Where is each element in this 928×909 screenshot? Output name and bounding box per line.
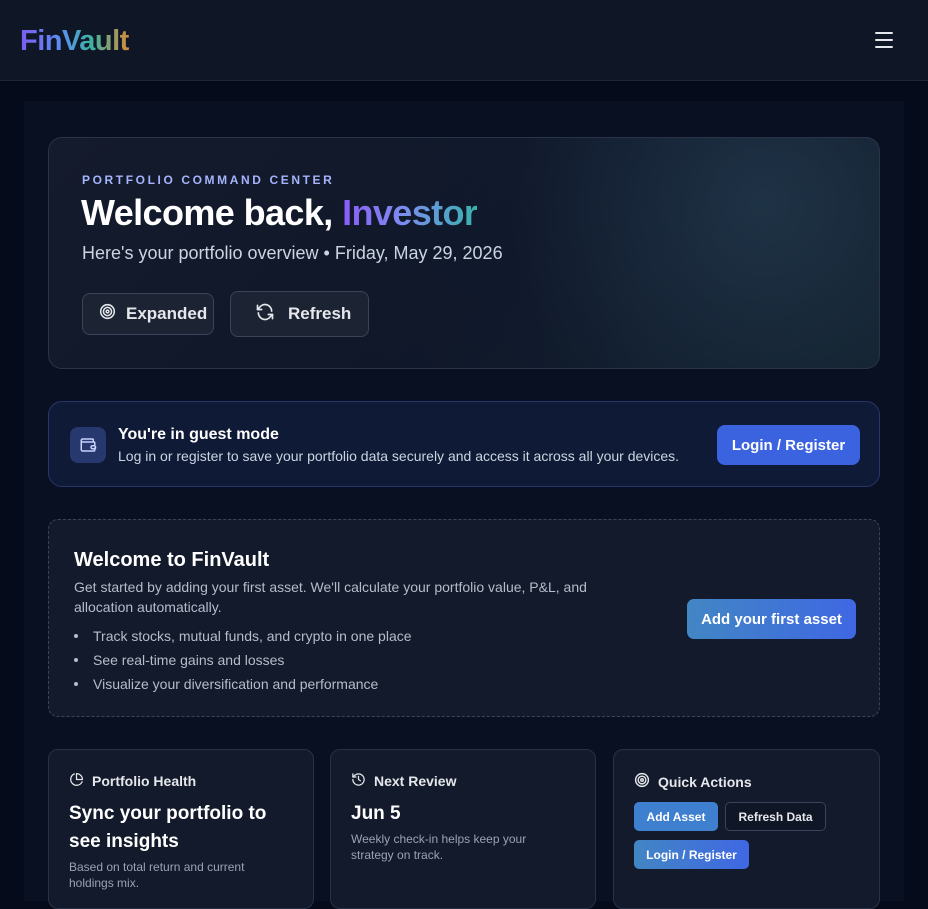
title-username: Investor (342, 192, 478, 233)
refresh-icon (255, 302, 275, 327)
portfolio-health-card: Portfolio Health Sync your portfolio to … (48, 749, 314, 909)
refresh-data-button[interactable]: Refresh Data (725, 802, 826, 831)
guest-mode-description: Log in or register to save your portfoli… (118, 448, 680, 464)
quick-login-register-button[interactable]: Login / Register (634, 840, 749, 869)
portfolio-health-note: Based on total return and current holdin… (69, 860, 245, 890)
guest-mode-title: You're in guest mode (118, 426, 279, 443)
welcome-title: Welcome to FinVault (74, 549, 270, 571)
list-item: Track stocks, mutual funds, and crypto i… (74, 624, 412, 648)
next-review-date: Jun 5 (351, 803, 401, 824)
guest-mode-banner: You're in guest mode Log in or register … (48, 401, 880, 487)
list-item: See real-time gains and losses (74, 648, 412, 672)
refresh-button[interactable]: Refresh (230, 291, 369, 337)
history-icon (351, 772, 366, 790)
expanded-label: Expanded (126, 304, 208, 323)
list-item: Visualize your diversification and perfo… (74, 672, 412, 696)
next-review-card: Next Review Jun 5 Weekly check-in helps … (330, 749, 596, 909)
wallet-icon (70, 427, 106, 463)
top-navigation-bar: FinVault (0, 0, 928, 81)
welcome-empty-state: Welcome to FinVault Get started by addin… (48, 519, 880, 717)
quick-actions-header: Quick Actions (634, 772, 752, 791)
hamburger-menu-icon[interactable] (868, 26, 900, 54)
pie-chart-icon (69, 772, 84, 790)
target-icon (99, 303, 116, 325)
hero-card: PORTFOLIO COMMAND CENTER Welcome back, I… (48, 137, 880, 369)
app-logo[interactable]: FinVault (20, 24, 129, 58)
next-review-label: Next Review (374, 773, 457, 789)
add-first-asset-button[interactable]: Add your first asset (687, 599, 856, 639)
quick-actions-label: Quick Actions (658, 773, 752, 790)
refresh-label: Refresh (288, 304, 352, 323)
portfolio-health-label: Portfolio Health (92, 773, 197, 789)
welcome-description: Get started by adding your first asset. … (74, 579, 587, 615)
next-review-header: Next Review (351, 772, 456, 790)
quick-actions-card: Quick Actions Add Asset Refresh Data Log… (613, 749, 880, 909)
page-title: Welcome back, Investor (81, 192, 478, 234)
next-review-note: Weekly check-in helps keep your strategy… (351, 832, 527, 862)
portfolio-health-headline: Sync your portfolio to see insights (69, 803, 267, 852)
hero-subtitle: Here's your portfolio overview • Friday,… (82, 243, 503, 263)
hero-kicker: PORTFOLIO COMMAND CENTER (82, 173, 335, 187)
add-asset-button[interactable]: Add Asset (634, 802, 718, 831)
portfolio-health-header: Portfolio Health (69, 772, 196, 790)
target-icon (634, 772, 650, 791)
login-register-button[interactable]: Login / Register (717, 425, 860, 465)
feature-list: Track stocks, mutual funds, and crypto i… (74, 624, 412, 696)
expanded-view-button[interactable]: Expanded (82, 293, 214, 335)
title-prefix: Welcome back, (81, 192, 343, 233)
